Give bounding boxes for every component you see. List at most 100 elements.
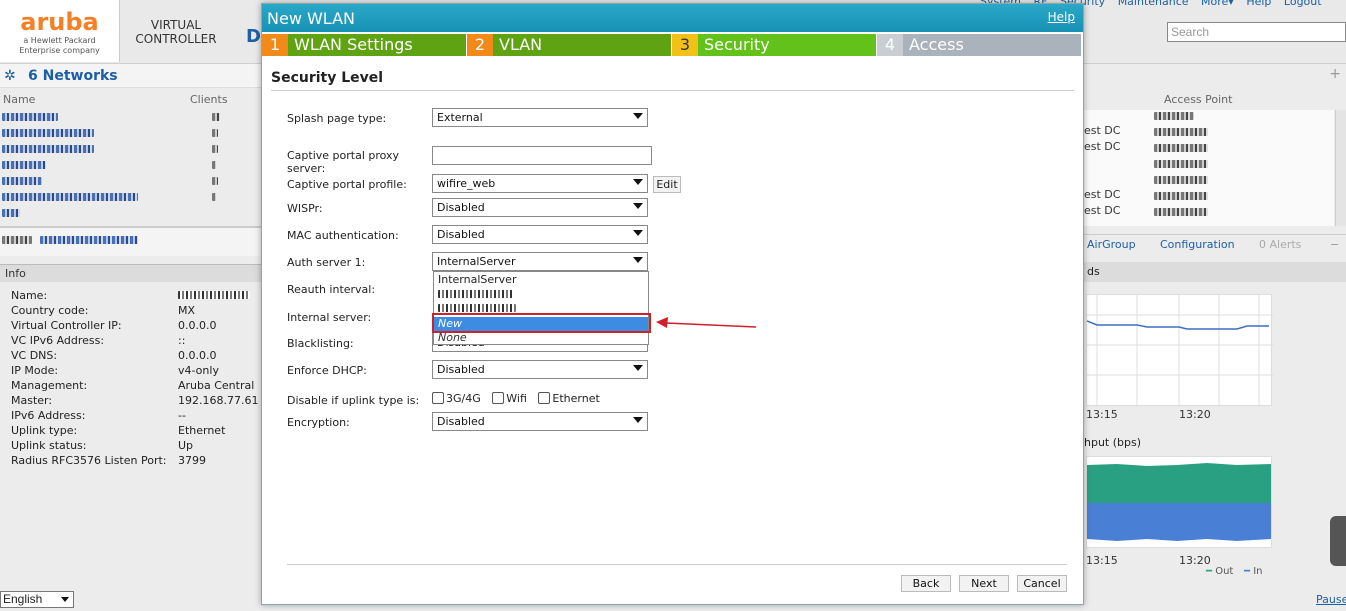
info-row: Country code: MX <box>11 303 271 318</box>
auth-server-dropdown: InternalServer New None <box>433 271 649 345</box>
next-button[interactable]: Next <box>959 575 1009 592</box>
language-select[interactable]: English <box>0 591 74 608</box>
client-count-redacted <box>212 161 216 169</box>
proxy-input[interactable] <box>432 146 652 165</box>
add-icon[interactable]: + <box>1329 66 1341 82</box>
uplink-ethernet-option[interactable]: Ethernet <box>538 392 600 405</box>
uplink-wifi-option[interactable]: Wifi <box>492 392 527 405</box>
step-vlan[interactable]: 2 VLAN <box>467 34 671 56</box>
ap-name-redacted[interactable] <box>1154 208 1208 216</box>
ap-name-redacted[interactable] <box>1154 160 1208 168</box>
tab-alerts[interactable]: 0 Alerts <box>1259 238 1301 251</box>
step-label: Security <box>704 35 770 54</box>
annotation-arrow <box>656 317 757 328</box>
chevron-down-icon <box>633 113 643 119</box>
info-row: Virtual Controller IP: 0.0.0.0 <box>11 318 271 333</box>
info-key: IPv6 Address: <box>11 409 86 422</box>
redacted-text <box>438 304 516 312</box>
link-logout[interactable]: Logout <box>1284 0 1322 8</box>
chart1-tick-1: 13:15 <box>1086 408 1118 421</box>
option-redacted[interactable] <box>434 287 648 301</box>
checkbox[interactable] <box>538 392 551 404</box>
encryption-select[interactable]: Disabled <box>432 412 648 431</box>
dashboard-title: D <box>246 26 261 47</box>
uplink-options: 3G/4G Wifi Ethernet <box>432 392 608 405</box>
ap-name-redacted[interactable] <box>1154 144 1208 152</box>
wispr-select[interactable]: Disabled <box>432 198 648 217</box>
dhcp-value: Disabled <box>437 363 485 376</box>
throughput-label: hput (bps) <box>1084 436 1142 449</box>
link-maintenance[interactable]: Maintenance <box>1118 0 1189 8</box>
info-value <box>178 288 250 303</box>
collapse-icon[interactable]: − <box>1330 238 1339 251</box>
throughput-in-area <box>1087 503 1271 541</box>
ap-name-redacted[interactable] <box>1154 128 1208 136</box>
legend-in-label: In <box>1253 566 1263 577</box>
back-button[interactable]: Back <box>901 575 951 592</box>
link-more[interactable]: More▾ <box>1201 0 1234 8</box>
edit-button[interactable]: Edit <box>653 176 681 193</box>
info-key: VC IPv6 Address: <box>11 334 105 347</box>
network-row-redacted[interactable] <box>2 113 58 121</box>
info-key: IP Mode: <box>11 364 59 377</box>
auth-select[interactable]: InternalServer <box>432 252 648 271</box>
device-redacted[interactable] <box>40 236 138 244</box>
help-link[interactable]: Help <box>1048 10 1075 24</box>
cancel-button[interactable]: Cancel <box>1017 575 1067 592</box>
column-name[interactable]: Name <box>3 93 35 106</box>
ap-location: est DC <box>1084 124 1121 137</box>
network-row-redacted[interactable] <box>2 177 42 185</box>
step-label: VLAN <box>499 35 543 54</box>
info-value: 192.168.77.61 <box>178 394 259 407</box>
network-row-redacted[interactable] <box>2 209 20 217</box>
network-row-redacted[interactable] <box>2 145 94 153</box>
info-key: Radius RFC3576 Listen Port: <box>11 454 167 467</box>
search-input[interactable]: Search <box>1167 22 1346 42</box>
link-help[interactable]: Help <box>1246 0 1271 8</box>
product-line1: VIRTUAL <box>150 18 202 32</box>
pause-link[interactable]: Pause <box>1316 593 1346 606</box>
dialog-title: New WLAN <box>267 9 355 28</box>
column-clients[interactable]: Clients <box>190 93 228 106</box>
tab-airgroup[interactable]: AirGroup <box>1087 238 1136 251</box>
step-security[interactable]: 3 Security <box>672 34 876 56</box>
info-row: Uplink type: Ethernet <box>11 423 271 438</box>
chart1-tick-2: 13:20 <box>1179 408 1211 421</box>
option-none[interactable]: None <box>434 331 648 345</box>
checkbox[interactable] <box>492 392 505 404</box>
step-wlan-settings[interactable]: 1 WLAN Settings <box>262 34 466 56</box>
checkbox[interactable] <box>432 392 444 404</box>
clients-label: ds <box>1087 265 1100 278</box>
logo-text: aruba <box>20 8 99 36</box>
splash-select[interactable]: External <box>432 108 648 127</box>
ap-name-redacted[interactable] <box>1154 176 1208 184</box>
step-number: 1 <box>262 34 288 56</box>
network-row-redacted[interactable] <box>2 161 46 169</box>
tab-configuration[interactable]: Configuration <box>1160 238 1235 251</box>
network-row-redacted[interactable] <box>2 129 94 137</box>
info-value: 0.0.0.0 <box>178 319 217 332</box>
chevron-down-icon <box>633 230 643 236</box>
side-panel-handle[interactable] <box>1330 516 1346 566</box>
uplink-3g-option[interactable]: 3G/4G <box>432 392 481 405</box>
mac-select[interactable]: Disabled <box>432 225 648 244</box>
step-access[interactable]: 4 Access <box>877 34 1081 56</box>
section-title: Security Level <box>271 70 384 86</box>
info-key: Country code: <box>11 304 89 317</box>
redacted-text <box>178 291 250 299</box>
profile-select[interactable]: wifire_web <box>432 174 648 193</box>
dhcp-select[interactable]: Disabled <box>432 360 648 379</box>
network-row-redacted[interactable] <box>2 193 138 201</box>
chevron-down-icon <box>633 365 643 371</box>
option-internalserver[interactable]: InternalServer <box>434 273 648 287</box>
ap-list-scrollbar[interactable] <box>1335 110 1346 226</box>
chevron-down-icon <box>633 203 643 209</box>
network-list <box>0 110 250 225</box>
step-number: 3 <box>672 34 698 56</box>
step-label: Access <box>909 35 964 54</box>
ap-name-redacted[interactable] <box>1154 112 1194 120</box>
ap-name-redacted[interactable] <box>1154 192 1208 200</box>
column-access-point[interactable]: Access Point <box>1164 93 1232 106</box>
networks-header[interactable]: ✲ 6 Networks <box>0 64 262 88</box>
info-row: Master: 192.168.77.61 <box>11 393 271 408</box>
